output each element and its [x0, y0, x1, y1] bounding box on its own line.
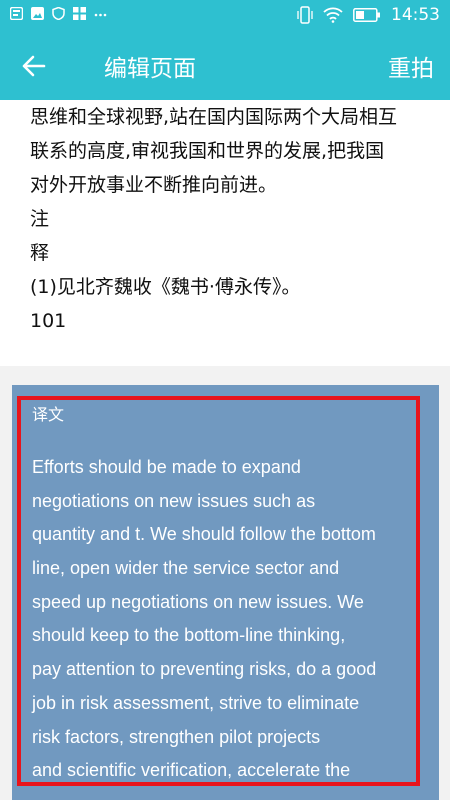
battery-icon: [353, 8, 380, 22]
wifi-icon: [323, 7, 343, 23]
translation-line: negotiations on new issues such as: [32, 490, 316, 511]
status-time: 14:53: [391, 5, 440, 25]
translation-line: and scientific verification, accelerate …: [32, 760, 351, 781]
more-icon: [94, 13, 107, 17]
reshoot-button[interactable]: 重拍: [388, 49, 434, 83]
translation-line: risk factors, strengthen pilot projects: [32, 726, 321, 747]
apps-icon: [73, 7, 86, 20]
ocr-line: 101: [30, 310, 67, 332]
translation-line: Efforts should be made to expand: [32, 457, 301, 477]
translation-line: speed up negotiations on new issues. We: [32, 591, 364, 612]
vibrate-icon: [297, 6, 313, 24]
translation-title: 译文: [32, 405, 65, 424]
page-title: 编辑页面: [104, 56, 196, 82]
arrow-left-icon: [22, 55, 46, 77]
shield-icon: [52, 7, 65, 20]
ocr-text-lines: 思维和全球视野,站在国内国际两个大局相互 联系的高度,审视我国和世界的发展,把我…: [30, 100, 397, 338]
translation-line: quantity and t. We should follow the bot…: [32, 524, 376, 545]
ocr-line: 注: [30, 208, 50, 230]
status-bar: 14:53: [0, 0, 450, 32]
back-button[interactable]: [14, 48, 54, 84]
translation-line: should keep to the bottom-line thinking,: [32, 625, 346, 646]
notification-icon: [10, 7, 23, 20]
image-icon: [31, 7, 44, 20]
ocr-text-card[interactable]: 思维和全球视野,站在国内国际两个大局相互 联系的高度,审视我国和世界的发展,把我…: [0, 100, 450, 366]
status-left-icons: [10, 7, 107, 20]
translation-line: pay attention to preventing risks, do a …: [32, 659, 377, 680]
ocr-line: 对外开放事业不断推向前进。: [30, 174, 278, 196]
app-bar: 编辑页面 重拍: [0, 32, 450, 100]
ocr-line: 释: [30, 242, 50, 264]
ocr-line: 联系的高度,审视我国和世界的发展,把我国: [30, 140, 385, 162]
translation-lines: Efforts should be made to expand negotia…: [32, 451, 376, 788]
translation-line: job in risk assessment, strive to elimin…: [32, 692, 360, 713]
ocr-line: 思维和全球视野,站在国内国际两个大局相互: [30, 106, 398, 128]
ocr-line: (1)见北齐魏收《魏书·傅永传》。: [30, 276, 301, 298]
status-right: 14:53: [297, 5, 440, 25]
translation-line: line, open wider the service sector and: [32, 558, 340, 579]
